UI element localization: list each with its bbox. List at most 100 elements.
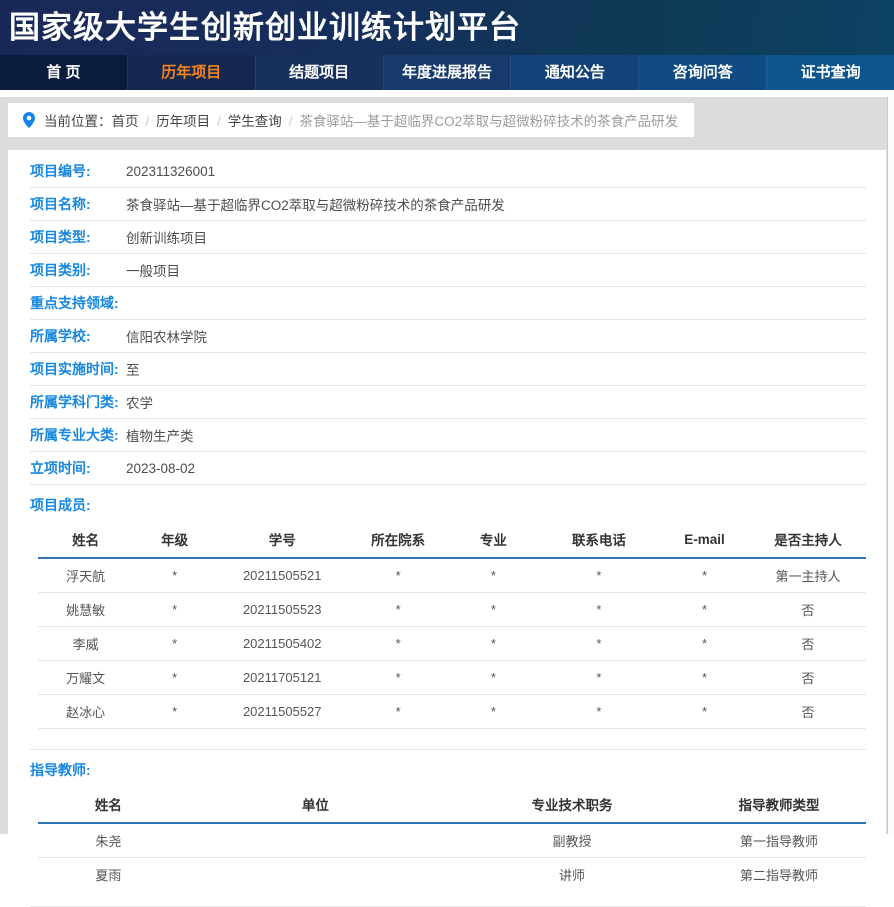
field-label: 所属学校: xyxy=(30,326,126,346)
nav-tab-1[interactable]: 历年项目 xyxy=(127,55,255,90)
table-cell: * xyxy=(539,558,659,593)
field-label: 项目编号: xyxy=(30,161,126,181)
nav-tab-6[interactable]: 证书查询 xyxy=(766,55,894,90)
table-cell: 讲师 xyxy=(452,858,692,892)
members-section-label: 项目成员: xyxy=(30,485,866,520)
field-label: 项目名称: xyxy=(30,194,126,214)
table-cell: * xyxy=(448,695,539,729)
table-cell: * xyxy=(133,627,216,661)
field-value: 至 xyxy=(126,359,140,379)
table-cell: 副教授 xyxy=(452,823,692,858)
table-row: 朱尧 副教授第一指导教师 xyxy=(38,823,866,858)
table-header-row: 姓名单位专业技术职务指导教师类型 xyxy=(38,785,866,823)
field-label: 所属学科门类: xyxy=(30,392,126,412)
nav-tab-2[interactable]: 结题项目 xyxy=(255,55,383,90)
table-cell: * xyxy=(539,627,659,661)
table-cell: 否 xyxy=(750,661,866,695)
column-header: 学号 xyxy=(216,520,348,558)
table-cell: * xyxy=(448,558,539,593)
nav-tab-0[interactable]: 首 页 xyxy=(0,55,127,90)
field-row: 重点支持领域: xyxy=(30,287,866,320)
table-cell: 万耀文 xyxy=(38,661,133,695)
header-separator xyxy=(0,90,894,97)
breadcrumb-item[interactable]: 历年项目 xyxy=(156,114,210,129)
nav-tab-3[interactable]: 年度进展报告 xyxy=(383,55,511,90)
table-cell: 20211505402 xyxy=(216,627,348,661)
field-value: 农学 xyxy=(126,392,153,412)
field-row: 项目编号:202311326001 xyxy=(30,155,866,188)
breadcrumb-separator: / xyxy=(217,114,221,129)
table-cell: * xyxy=(448,627,539,661)
table-cell: 夏雨 xyxy=(38,858,179,892)
table-cell: 否 xyxy=(750,627,866,661)
breadcrumb: 当前位置： 首页/历年项目/学生查询/茶食驿站—基于超临界CO2萃取与超微粉碎技… xyxy=(8,103,694,137)
table-cell: 第二指导教师 xyxy=(692,858,866,892)
field-value: 2023-08-02 xyxy=(126,461,195,476)
advisors-table: 姓名单位专业技术职务指导教师类型朱尧副教授第一指导教师夏雨讲师第二指导教师 xyxy=(38,785,866,891)
project-fields: 项目编号:202311326001项目名称:茶食驿站—基于超临界CO2萃取与超微… xyxy=(30,155,866,485)
column-header: E-mail xyxy=(659,520,750,558)
nav-tab-4[interactable]: 通知公告 xyxy=(510,55,638,90)
table-cell: * xyxy=(133,695,216,729)
table-cell: * xyxy=(539,593,659,627)
table-cell: * xyxy=(348,627,447,661)
breadcrumb-items: 首页/历年项目/学生查询/茶食驿站—基于超临界CO2萃取与超微粉碎技术的茶食产品… xyxy=(112,110,679,131)
table-cell: 否 xyxy=(750,695,866,729)
table-cell: * xyxy=(539,695,659,729)
table-cell: * xyxy=(659,695,750,729)
field-label: 项目类别: xyxy=(30,260,126,280)
table-cell: * xyxy=(348,695,447,729)
breadcrumb-item: 茶食驿站—基于超临界CO2萃取与超微粉碎技术的茶食产品研发 xyxy=(299,114,678,129)
table-cell: 第一主持人 xyxy=(750,558,866,593)
column-header: 姓名 xyxy=(38,785,179,823)
column-header: 单位 xyxy=(179,785,452,823)
site-title: 国家级大学生创新创业训练计划平台 xyxy=(0,0,894,51)
field-value: 一般项目 xyxy=(126,260,180,280)
column-header: 指导教师类型 xyxy=(692,785,866,823)
table-cell xyxy=(179,823,452,858)
field-label: 项目实施时间: xyxy=(30,359,126,379)
table-row: 夏雨 讲师第二指导教师 xyxy=(38,858,866,892)
table-cell: 朱尧 xyxy=(38,823,179,858)
breadcrumb-item[interactable]: 首页 xyxy=(112,114,139,129)
field-value: 创新训练项目 xyxy=(126,227,207,247)
field-row: 所属学校:信阳农林学院 xyxy=(30,320,866,353)
page-background: 当前位置： 首页/历年项目/学生查询/茶食驿站—基于超临界CO2萃取与超微粉碎技… xyxy=(0,97,887,834)
table-cell: 姚慧敏 xyxy=(38,593,133,627)
table-row: 赵冰心*20211505527****否 xyxy=(38,695,866,729)
table-cell: * xyxy=(539,661,659,695)
table-cell: 浮天航 xyxy=(38,558,133,593)
field-label: 项目类型: xyxy=(30,227,126,247)
table-cell: * xyxy=(659,661,750,695)
table-cell: * xyxy=(133,558,216,593)
table-cell: * xyxy=(348,661,447,695)
breadcrumb-item[interactable]: 学生查询 xyxy=(228,114,282,129)
members-table: 姓名年级学号所在院系专业联系电话E-mail是否主持人浮天航*202115055… xyxy=(38,520,866,729)
main-nav: 首 页历年项目结题项目年度进展报告通知公告咨询问答证书查询 xyxy=(0,55,894,90)
table-cell: * xyxy=(659,558,750,593)
table-row: 李威*20211505402****否 xyxy=(38,627,866,661)
table-cell: 赵冰心 xyxy=(38,695,133,729)
column-header: 年级 xyxy=(133,520,216,558)
table-row: 浮天航*20211505521****第一主持人 xyxy=(38,558,866,593)
nav-tab-5[interactable]: 咨询问答 xyxy=(638,55,766,90)
location-pin-icon xyxy=(23,112,35,128)
column-header: 专业 xyxy=(448,520,539,558)
column-header: 专业技术职务 xyxy=(452,785,692,823)
table-cell: * xyxy=(659,593,750,627)
table-cell xyxy=(179,858,452,892)
column-header: 联系电话 xyxy=(539,520,659,558)
field-row: 项目类型:创新训练项目 xyxy=(30,221,866,254)
field-label: 立项时间: xyxy=(30,458,126,478)
table-cell: * xyxy=(133,661,216,695)
column-header: 所在院系 xyxy=(348,520,447,558)
table-row: 姚慧敏*20211505523****否 xyxy=(38,593,866,627)
table-cell: 20211505527 xyxy=(216,695,348,729)
table-cell: 否 xyxy=(750,593,866,627)
table-cell: 20211505523 xyxy=(216,593,348,627)
scrollbar-track[interactable] xyxy=(887,97,894,834)
breadcrumb-separator: / xyxy=(289,114,293,129)
table-cell: 第一指导教师 xyxy=(692,823,866,858)
site-header: 国家级大学生创新创业训练计划平台 xyxy=(0,0,894,55)
table-cell: 20211505521 xyxy=(216,558,348,593)
